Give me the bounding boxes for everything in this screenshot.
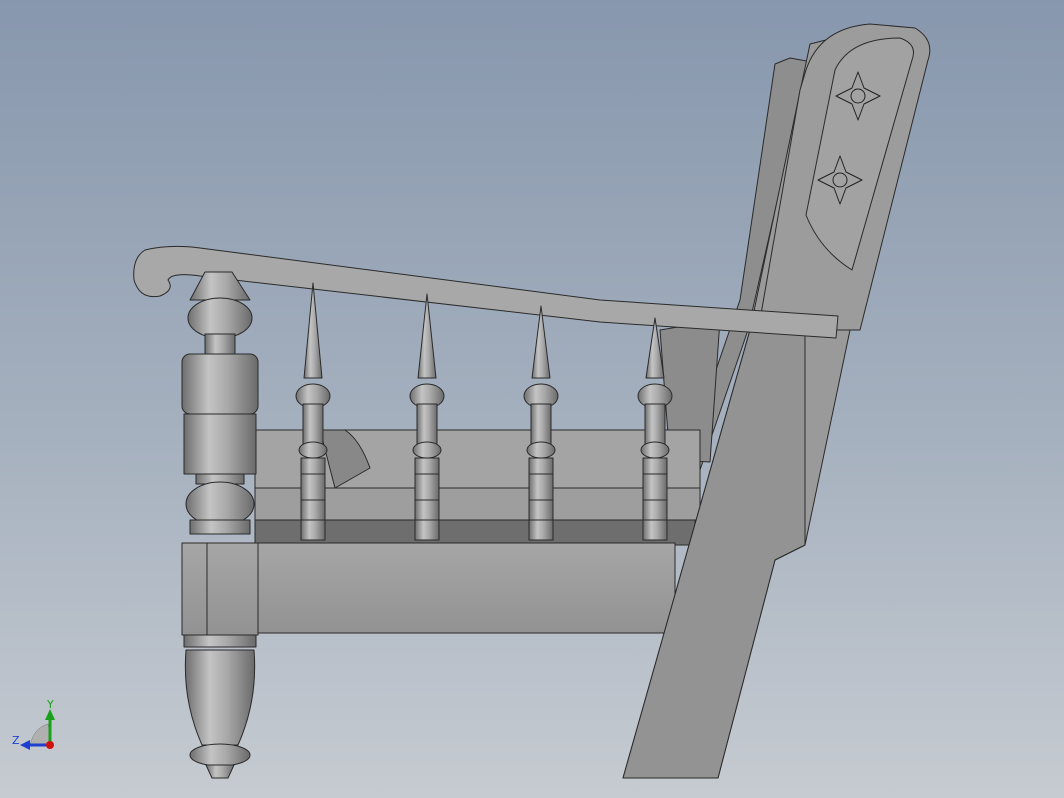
spindle [523,305,559,541]
x-axis-dot [46,741,54,749]
spindle [295,282,331,541]
seat-side-rail [254,542,676,634]
reference-triad: Y Z [12,698,55,750]
z-axis-label: Z [12,734,20,747]
z-axis-arrow [20,740,30,750]
y-axis-label: Y [46,698,54,711]
front-leg [181,271,259,779]
spindle [409,293,445,541]
graphics-viewport[interactable]: Y Z [0,0,1064,798]
chair-model-side-view[interactable]: Y Z [0,0,1064,798]
